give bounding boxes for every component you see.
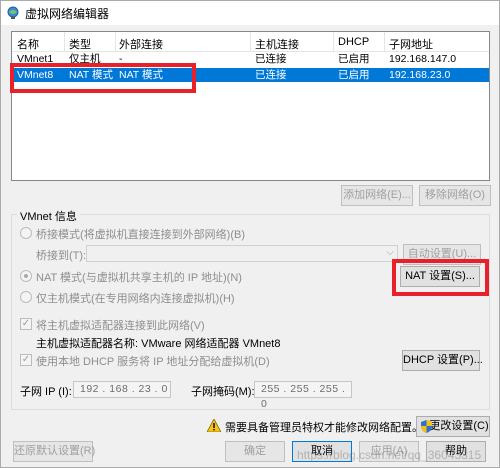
title-bar: 虚拟网络编辑器 bbox=[1, 1, 499, 25]
host-only-mode-label: 仅主机模式(在专用网络内连接虚拟机)(H) bbox=[36, 293, 235, 305]
network-list[interactable]: 名称 类型 外部连接 主机连接 DHCP 子网地址 VMnet1 仅主机 - 已… bbox=[11, 31, 490, 181]
row-external: NAT 模式 bbox=[119, 69, 163, 81]
column-divider[interactable] bbox=[384, 32, 385, 52]
connect-adapter-label: 将主机虚拟适配器连接到此网络(V) bbox=[36, 320, 205, 332]
remove-network-button[interactable]: 移除网络(O) bbox=[419, 185, 491, 206]
subnet-mask-label: 子网掩码(M): bbox=[191, 386, 255, 398]
use-dhcp-checkbox[interactable]: ✓ bbox=[20, 354, 32, 366]
bridged-mode-label: 桥接模式(将虚拟机直接连接到外部网络)(B) bbox=[36, 229, 245, 241]
column-header-external[interactable]: 外部连接 bbox=[119, 36, 163, 52]
column-header-name[interactable]: 名称 bbox=[17, 36, 39, 52]
table-row[interactable]: VMnet1 仅主机 - 已连接 已启用 192.168.147.0 bbox=[12, 52, 489, 66]
use-dhcp-label: 使用本地 DHCP 服务将 IP 地址分配给虚拟机(D) bbox=[36, 356, 270, 368]
row-subnet: 192.168.147.0 bbox=[389, 53, 457, 65]
column-header-subnet[interactable]: 子网地址 bbox=[389, 36, 433, 52]
list-header: 名称 类型 外部连接 主机连接 DHCP 子网地址 bbox=[12, 32, 489, 52]
network-globe-icon bbox=[7, 6, 19, 19]
bridged-to-select[interactable]: ⌵ bbox=[86, 245, 398, 262]
column-divider[interactable] bbox=[64, 32, 65, 52]
row-dhcp: 已启用 bbox=[338, 53, 370, 65]
admin-notice: 需要具备管理员特权才能修改网络配置。 bbox=[225, 422, 423, 434]
column-header-type[interactable]: 类型 bbox=[69, 36, 91, 52]
row-host: 已连接 bbox=[255, 53, 287, 65]
shield-icon bbox=[421, 420, 432, 433]
row-subnet: 192.168.23.0 bbox=[389, 69, 451, 81]
window-title: 虚拟网络编辑器 bbox=[25, 6, 110, 21]
subnet-ip-input[interactable]: 192 . 168 . 23 . 0 bbox=[73, 381, 171, 398]
adapter-name-label: 主机虚拟适配器名称: VMware 网络适配器 VMnet8 bbox=[36, 338, 281, 350]
add-network-button[interactable]: 添加网络(E)... bbox=[341, 185, 413, 206]
dhcp-settings-button[interactable]: DHCP 设置(P)... bbox=[402, 350, 483, 371]
restore-defaults-button[interactable]: 还原默认设置(R) bbox=[13, 441, 95, 462]
watermark: https://blog.csdn.net/qq_36043315 bbox=[297, 448, 482, 462]
nat-mode-radio[interactable] bbox=[20, 270, 32, 282]
row-type: NAT 模式 bbox=[69, 69, 113, 81]
nat-settings-button[interactable]: NAT 设置(S)... bbox=[400, 266, 480, 287]
column-divider[interactable] bbox=[115, 32, 116, 52]
subnet-ip-label: 子网 IP (I): bbox=[20, 386, 72, 398]
auto-settings-button[interactable]: 自动设置(U)... bbox=[403, 244, 481, 265]
column-divider[interactable] bbox=[250, 32, 251, 52]
warning-icon bbox=[207, 419, 221, 432]
bridged-mode-radio[interactable] bbox=[20, 227, 32, 239]
ok-button[interactable]: 确定 bbox=[225, 441, 285, 462]
chevron-down-icon: ⌵ bbox=[386, 247, 394, 258]
subnet-mask-input[interactable]: 255 . 255 . 255 . 0 bbox=[254, 381, 352, 410]
connect-adapter-checkbox[interactable]: ✓ bbox=[20, 318, 32, 330]
change-settings-button[interactable]: 更改设置(C) bbox=[416, 416, 490, 437]
column-header-dhcp[interactable]: DHCP bbox=[338, 36, 369, 48]
nat-mode-label: NAT 模式(与虚拟机共享主机的 IP 地址)(N) bbox=[36, 272, 242, 284]
column-divider[interactable] bbox=[333, 32, 334, 52]
row-name: VMnet8 bbox=[17, 69, 54, 81]
host-only-mode-radio[interactable] bbox=[20, 291, 32, 303]
row-type: 仅主机 bbox=[69, 53, 101, 65]
change-settings-label: 更改设置(C) bbox=[429, 420, 489, 432]
row-dhcp: 已启用 bbox=[338, 69, 370, 81]
virtual-network-editor-window: 虚拟网络编辑器 名称 类型 外部连接 主机连接 DHCP 子网地址 VMnet1… bbox=[0, 0, 500, 468]
column-header-host[interactable]: 主机连接 bbox=[255, 36, 299, 52]
bridged-to-label: 桥接到(T): bbox=[36, 250, 87, 262]
table-row-selected[interactable]: VMnet8 NAT 模式 NAT 模式 已连接 已启用 192.168.23.… bbox=[12, 68, 489, 82]
row-external: - bbox=[119, 53, 123, 65]
vmnet-info-label: VMnet 信息 bbox=[17, 208, 80, 224]
row-host: 已连接 bbox=[255, 69, 287, 81]
row-name: VMnet1 bbox=[17, 53, 54, 65]
